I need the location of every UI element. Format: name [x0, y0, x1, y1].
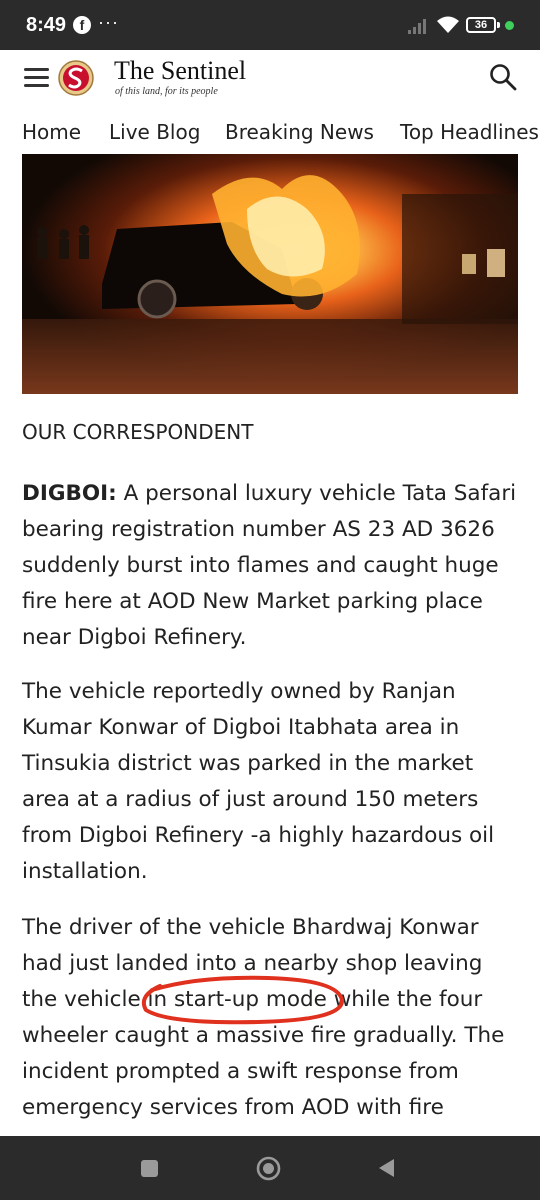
nav-item-home[interactable]: Home [22, 120, 81, 144]
article-paragraph-1-text: A personal luxury vehicle Tata Safari be… [22, 481, 517, 650]
brand-name[interactable]: The Sentinel [114, 56, 246, 86]
article-byline: OUR CORRESPONDENT [22, 420, 254, 444]
facebook-icon: f [73, 16, 91, 34]
article-image [22, 154, 518, 394]
article-paragraph-3: The driver of the vehicle Bhardwaj Konwa… [22, 915, 505, 1120]
battery-icon: 36 [466, 17, 496, 33]
privacy-indicator-dot [505, 21, 514, 30]
back-icon[interactable] [376, 1157, 396, 1179]
sentinel-logo[interactable] [58, 60, 94, 96]
nav-item-breaking-news[interactable]: Breaking News [225, 120, 374, 144]
wifi-icon [437, 16, 459, 33]
article-paragraph-2: The vehicle reportedly owned by Ranjan K… [22, 679, 495, 884]
status-time: 8:49 [26, 14, 67, 36]
signal-icon [408, 19, 426, 34]
nav-item-live-blog[interactable]: Live Blog [109, 120, 200, 144]
battery-tip [497, 22, 500, 28]
search-icon[interactable] [489, 63, 517, 91]
article-dateline: DIGBOI: [22, 481, 117, 506]
nav-item-top-headlines[interactable]: Top Headlines [400, 120, 539, 144]
brand-tagline: of this land, for its people [115, 86, 218, 97]
article-paragraph-1: DIGBOI: A personal luxury vehicle Tata S… [22, 476, 522, 656]
status-bar: 8:49 f ··· 36 [0, 0, 540, 50]
home-icon[interactable] [256, 1156, 281, 1181]
more-notifications-indicator: ··· [98, 12, 119, 32]
site-header: The Sentinel of this land, for its peopl… [0, 50, 540, 113]
system-navigation-bar [0, 1136, 540, 1200]
recents-icon[interactable] [141, 1160, 158, 1177]
category-nav: Home Live Blog Breaking News Top Headlin… [0, 112, 540, 154]
menu-icon[interactable] [24, 68, 49, 88]
